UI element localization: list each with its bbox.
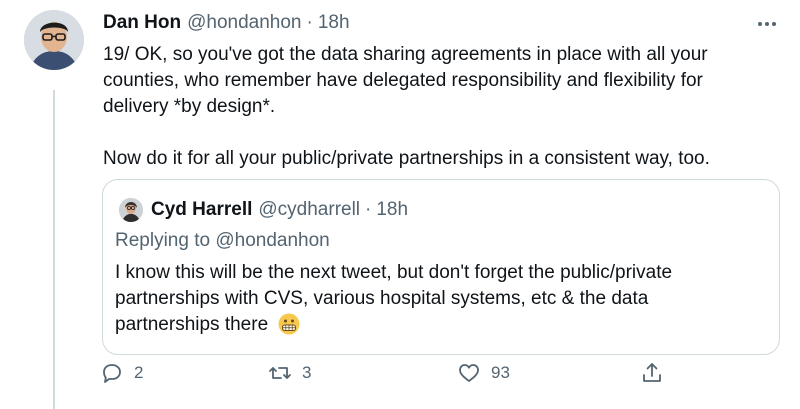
author-handle[interactable]: @hondanhon: [187, 12, 301, 34]
quoted-author-avatar[interactable]: [119, 198, 143, 222]
tweet[interactable]: Dan Hon @hondanhon · 18h 19/ OK, so you'…: [0, 0, 800, 409]
heart-icon: [459, 364, 479, 382]
separator-dot: ·: [306, 12, 313, 33]
grimacing-face-icon: [278, 313, 300, 335]
quoted-text-span: partnerships there: [115, 314, 269, 335]
tweet-header: Dan Hon @hondanhon · 18h: [103, 12, 350, 36]
tweet-text: 19/ OK, so you've got the data sharing a…: [103, 42, 783, 172]
tweet-text-line: 19/ OK, so you've got the data sharing a…: [103, 44, 708, 65]
author-avatar[interactable]: [24, 10, 84, 70]
retweet-button[interactable]: 3: [268, 361, 311, 385]
like-count: 93: [491, 363, 510, 382]
retweet-icon: [269, 367, 291, 379]
share-icon: [643, 363, 661, 382]
retweet-count: 3: [302, 363, 312, 382]
quoted-text-line: partnerships there: [115, 312, 765, 338]
tweet-text-line: counties, who remember have delegated re…: [103, 70, 703, 91]
replying-to[interactable]: Replying to @hondanhon: [115, 230, 330, 252]
tweet-timestamp[interactable]: 18h: [318, 12, 350, 34]
quoted-tweet[interactable]: Cyd Harrell @cydharrell · 18h Replying t…: [102, 179, 780, 355]
thread-line: [53, 90, 55, 409]
quoted-tweet-text: I know this will be the next tweet, but …: [115, 260, 765, 338]
quoted-text-line: partnerships with CVS, various hospital …: [115, 288, 649, 309]
quoted-tweet-timestamp[interactable]: 18h: [376, 199, 408, 221]
like-button[interactable]: 93: [457, 361, 510, 385]
tweet-actions: 2 3 93: [100, 361, 680, 389]
share-button[interactable]: [640, 361, 664, 385]
tweet-text-line: delivery *by design*.: [103, 96, 276, 117]
reply-count: 2: [134, 363, 144, 382]
author-name[interactable]: Dan Hon: [103, 12, 181, 34]
separator-dot: ·: [365, 199, 372, 220]
quoted-tweet-header: Cyd Harrell @cydharrell · 18h: [119, 198, 408, 222]
reply-button[interactable]: 2: [100, 361, 143, 385]
quoted-author-name[interactable]: Cyd Harrell: [151, 199, 252, 221]
reply-icon: [103, 364, 121, 383]
quoted-text-line: I know this will be the next tweet, but …: [115, 262, 673, 283]
more-options-icon[interactable]: [752, 14, 782, 34]
tweet-text-line: Now do it for all your public/private pa…: [103, 148, 710, 169]
quoted-author-handle[interactable]: @cydharrell: [258, 199, 360, 221]
